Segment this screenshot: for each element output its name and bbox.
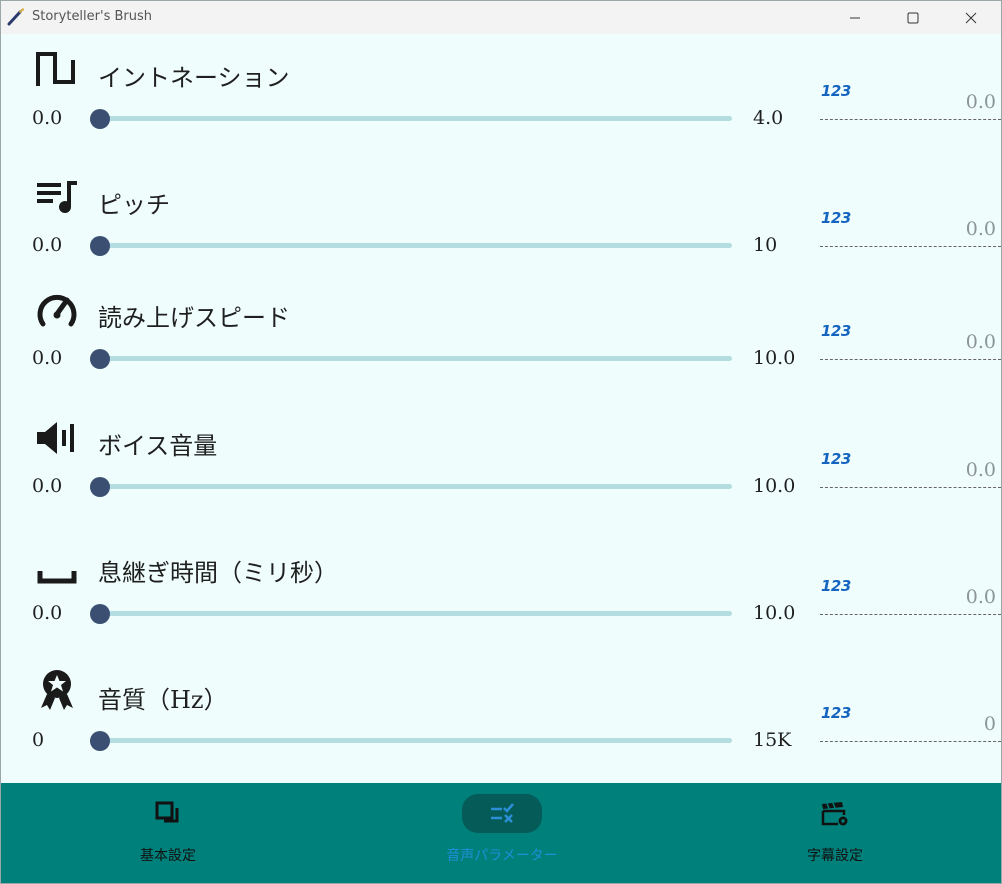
param-breath-time: 息継ぎ時間（ミリ秒） 0.0 10.0 123 0.0 [1,529,1001,649]
parameter-list: イントネーション 0.0 4.0 123 0.0 ピッチ 0.0 10 123 … [1,34,1001,783]
param-label: 読み上げスピード [98,304,290,332]
minimize-icon [850,17,860,18]
nav-item-basic-settings[interactable]: 基本設定 [88,783,248,883]
copy-squares-icon [155,801,179,822]
param-min-value: 0 [32,729,45,751]
slider-thumb[interactable] [90,477,110,497]
value-input-text: 0.0 [965,331,996,353]
value-input[interactable]: 0.0 [820,91,1001,120]
close-button[interactable] [943,1,999,34]
title-bar[interactable]: Storyteller's Brush [1,1,1001,34]
param-max-value: 10.0 [753,602,796,624]
param-intonation: イントネーション 0.0 4.0 123 0.0 [1,34,1001,154]
param-max-value: 10.0 [753,347,796,369]
square-wave-icon [36,52,75,86]
param-max-value: 10 [753,234,778,256]
param-label: ボイス音量 [98,432,218,460]
slider-thumb[interactable] [90,236,110,256]
close-icon [965,12,977,23]
nav-item-voice-parameters[interactable]: 音声パラメーター [422,783,582,883]
value-input-text: 0.0 [965,91,996,113]
slider-track[interactable] [100,243,732,248]
award-ribbon-icon [41,670,73,710]
bottom-navigation: 基本設定 音声パラメーター 字幕設定 [1,783,1001,883]
value-input-text: 0.0 [965,218,996,240]
nav-label: 字幕設定 [807,848,863,864]
space-bar-icon [37,571,77,584]
slider-thumb[interactable] [90,109,110,129]
nav-icon-container[interactable] [128,794,208,833]
param-label: 音質（Hz） [98,686,228,714]
checklist-icon [491,802,514,823]
slider-thumb[interactable] [90,604,110,624]
window-title: Storyteller's Brush [32,9,152,24]
value-input[interactable]: 0.0 [820,459,1001,488]
param-label: イントネーション [98,64,290,92]
value-input[interactable]: 0.0 [820,586,1001,615]
maximize-icon [907,12,919,23]
param-label: 息継ぎ時間（ミリ秒） [98,559,338,587]
nav-icon-container[interactable] [462,794,542,833]
slider-track[interactable] [100,356,732,361]
value-input[interactable]: 0 [820,713,1001,742]
slider-thumb[interactable] [90,731,110,751]
param-pitch: ピッチ 0.0 10 123 0.0 [1,161,1001,281]
slider-track[interactable] [100,484,732,489]
param-max-value: 15K [753,729,792,751]
slider-track[interactable] [100,116,732,121]
param-min-value: 0.0 [32,475,63,497]
param-quality: 音質（Hz） 0 15K 123 0 [1,656,1001,776]
param-min-value: 0.0 [32,347,63,369]
slider-track[interactable] [100,738,732,743]
param-min-value: 0.0 [32,107,63,129]
brush-icon [7,8,25,26]
slider-thumb[interactable] [90,349,110,369]
value-input-text: 0.0 [965,586,996,608]
clapperboard-settings-icon [821,801,848,825]
param-max-value: 10.0 [753,475,796,497]
maximize-button[interactable] [885,1,941,34]
minimize-button[interactable] [827,1,883,34]
param-speed: 読み上げスピード 0.0 10.0 123 0.0 [1,274,1001,394]
nav-icon-container[interactable] [795,794,875,833]
nav-item-subtitle-settings[interactable]: 字幕設定 [755,783,915,883]
nav-label: 音声パラメーター [446,848,558,864]
volume-icon [37,422,74,454]
speedometer-icon [37,294,77,327]
music-list-icon [37,181,77,213]
value-input-text: 0 [983,713,996,735]
param-min-value: 0.0 [32,602,63,624]
param-label: ピッチ [98,191,170,219]
value-input[interactable]: 0.0 [820,331,1001,360]
value-input-text: 0.0 [965,459,996,481]
slider-track[interactable] [100,611,732,616]
param-min-value: 0.0 [32,234,63,256]
param-max-value: 4.0 [753,107,784,129]
nav-label: 基本設定 [140,848,196,864]
value-input[interactable]: 0.0 [820,218,1001,247]
param-volume: ボイス音量 0.0 10.0 123 0.0 [1,402,1001,522]
app-window: Storyteller's Brush イントネーション 0.0 4.0 123… [0,0,1002,884]
